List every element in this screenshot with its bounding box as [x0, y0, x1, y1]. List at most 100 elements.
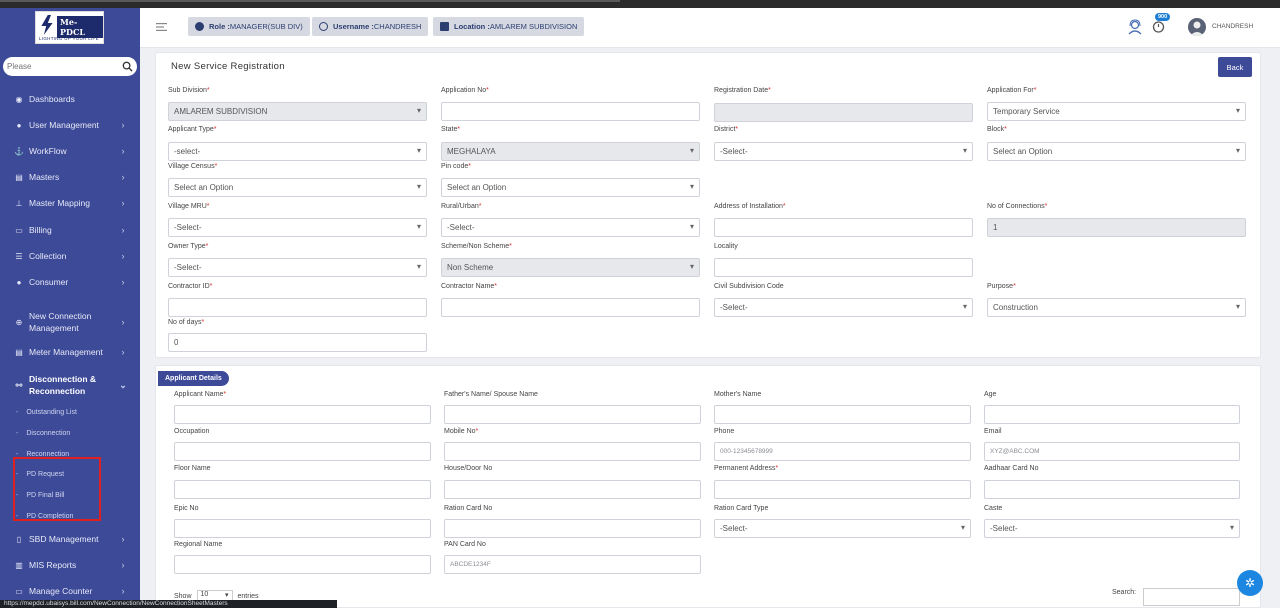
settings-gear-icon[interactable]: ✲	[1237, 570, 1263, 596]
sidebar-search-input[interactable]	[7, 59, 117, 74]
civil-subdivision-code-select[interactable]: -Select-	[714, 298, 973, 317]
sidebar-item-mis-reports[interactable]: ▥ MIS Reports ›	[0, 554, 140, 576]
monitor-icon: ▭	[15, 586, 23, 596]
required-marker: *	[201, 319, 205, 326]
sidebar-item-dashboards[interactable]: ◉ Dashboards	[0, 88, 140, 110]
epic-no-label: Epic No	[174, 505, 199, 512]
pan-card-no-input[interactable]: ABCDE1234F	[444, 555, 701, 574]
phone-icon: ▯	[16, 534, 22, 544]
rural-urban-label: Rural/Urban*	[441, 203, 482, 210]
sidebar-item-manage-counter[interactable]: ▭ Manage Counter ›	[0, 580, 140, 602]
browser-top-strip	[0, 0, 1280, 8]
applicant-name-input[interactable]	[174, 405, 431, 424]
state-select[interactable]: MEGHALAYA	[441, 142, 700, 161]
sidebar-item-sbd-management[interactable]: ▯ SBD Management ›	[0, 528, 140, 550]
occupation-input[interactable]	[174, 442, 431, 461]
sidebar-item-consumer[interactable]: ● Consumer ›	[0, 271, 140, 293]
ration-card-type-select[interactable]: -Select-	[714, 519, 971, 538]
state-label: State*	[441, 126, 461, 133]
sidebar-item-master-mapping[interactable]: ⊥ Master Mapping ›	[0, 192, 140, 214]
floor-name-input[interactable]	[174, 480, 431, 499]
ration-card-no-input[interactable]	[444, 519, 701, 538]
owner-type-select[interactable]: -Select-	[168, 258, 427, 277]
applicant-type-select[interactable]: -select-	[168, 142, 427, 161]
application-for-value: Temporary Service	[993, 107, 1060, 116]
no-of-connections-input[interactable]: 1	[987, 218, 1246, 237]
purpose-select[interactable]: Construction	[987, 298, 1246, 317]
back-button[interactable]: Back	[1218, 57, 1252, 77]
district-label: District*	[714, 126, 739, 133]
required-marker: *	[494, 283, 498, 290]
hamburger-menu-icon[interactable]	[156, 22, 167, 32]
block-select[interactable]: Select an Option	[987, 142, 1246, 161]
purpose-label: Purpose*	[987, 283, 1016, 290]
regional-name-input[interactable]	[174, 555, 431, 574]
location-chip: Location : AMLAREM SUBDIVISION	[433, 17, 585, 36]
search-icon[interactable]	[122, 61, 133, 72]
registration-date-input[interactable]	[714, 103, 973, 122]
applicant-type-value: -select-	[174, 147, 201, 156]
phone-input[interactable]: 000-12345678999	[714, 442, 971, 461]
sidebar-item-new-connection-management[interactable]: ⊕ New Connection Management ›	[0, 309, 140, 335]
scheme-non-scheme-select[interactable]: Non Scheme	[441, 258, 700, 277]
epic-no-input[interactable]	[174, 519, 431, 538]
phone-label: Phone	[714, 428, 735, 435]
required-marker: *	[478, 203, 482, 210]
house-door-no-input[interactable]	[444, 480, 701, 499]
username-chip: Username : CHANDRESH	[312, 17, 429, 36]
house-door-no-label: House/Door No	[444, 465, 493, 472]
village-mru-select[interactable]: -Select-	[168, 218, 427, 237]
village-census-select[interactable]: Select an Option	[168, 178, 427, 197]
brand-logo[interactable]: Me-PDCL LIGHTING UP YOUR LIFE	[35, 11, 104, 44]
phone-value: 000-12345678999	[720, 448, 773, 455]
block-value: Select an Option	[993, 147, 1053, 156]
sidebar-item-disconnection-reconnection[interactable]: ⚯ Disconnection & Reconnection ⌄	[0, 372, 140, 398]
ration-card-no-label: Ration Card No	[444, 505, 493, 512]
sidebar-item-masters[interactable]: ▤ Masters ›	[0, 166, 140, 188]
sidebar-item-workflow[interactable]: ⚓ WorkFlow ›	[0, 140, 140, 162]
table-search-input[interactable]	[1143, 588, 1240, 606]
sidebar-item-collection[interactable]: ☰ Collection ›	[0, 245, 140, 267]
sub-division-select[interactable]: AMLAREM SUBDIVISION	[168, 102, 427, 121]
user-circle-icon	[319, 22, 328, 31]
bar-chart-icon: ▥	[15, 560, 23, 570]
no-of-connections-value: 1	[993, 223, 998, 232]
timer-icon[interactable]	[1152, 20, 1165, 33]
rural-urban-select[interactable]: -Select-	[441, 218, 700, 237]
aadhaar-card-no-input[interactable]	[984, 480, 1240, 499]
sidebar-item-user-management[interactable]: ● User Management ›	[0, 114, 140, 136]
permanent-address-label: Permanent Address*	[714, 465, 779, 472]
address-of-installation-input[interactable]	[714, 218, 973, 237]
locality-input[interactable]	[714, 258, 973, 277]
pin-code-select[interactable]: Select an Option	[441, 178, 700, 197]
monitor-icon: ▭	[15, 225, 23, 235]
submenu-item-disconnection[interactable]: - Disconnection	[0, 424, 140, 442]
header-username[interactable]: CHANDRESH	[1212, 23, 1253, 30]
avatar[interactable]	[1188, 18, 1206, 36]
occupation-label: Occupation	[174, 428, 210, 435]
contractor-id-input[interactable]	[168, 298, 427, 317]
no-of-days-input[interactable]: 0	[168, 333, 427, 352]
mother-s-name-input[interactable]	[714, 405, 971, 424]
support-agent-icon[interactable]	[1127, 19, 1143, 35]
submenu-item-outstanding-list[interactable]: - Outstanding List	[0, 403, 140, 421]
pin-code-label: Pin code*	[441, 163, 471, 170]
permanent-address-input[interactable]	[714, 480, 971, 499]
required-marker: *	[509, 243, 512, 250]
contractor-name-input[interactable]	[441, 298, 700, 317]
age-input[interactable]	[984, 405, 1240, 424]
owner-type-label: Owner Type*	[168, 243, 209, 250]
email-input[interactable]: XYZ@ABC.COM	[984, 442, 1240, 461]
district-select[interactable]: -Select-	[714, 142, 973, 161]
father-s-name-spouse-name-input[interactable]	[444, 405, 701, 424]
contractor-id-label: Contractor ID*	[168, 283, 213, 290]
caste-select[interactable]: -Select-	[984, 519, 1240, 538]
plus-circle-icon: ⊕	[15, 317, 23, 327]
mobile-no-input[interactable]	[444, 442, 701, 461]
sidebar-item-billing[interactable]: ▭ Billing ›	[0, 219, 140, 241]
application-for-select[interactable]: Temporary Service	[987, 102, 1246, 121]
application-no-input[interactable]	[441, 102, 700, 121]
ration-card-type-label: Ration Card Type	[714, 505, 769, 512]
locality-label: Locality	[714, 243, 738, 250]
sidebar-item-meter-management[interactable]: ▤ Meter Management ›	[0, 341, 140, 363]
